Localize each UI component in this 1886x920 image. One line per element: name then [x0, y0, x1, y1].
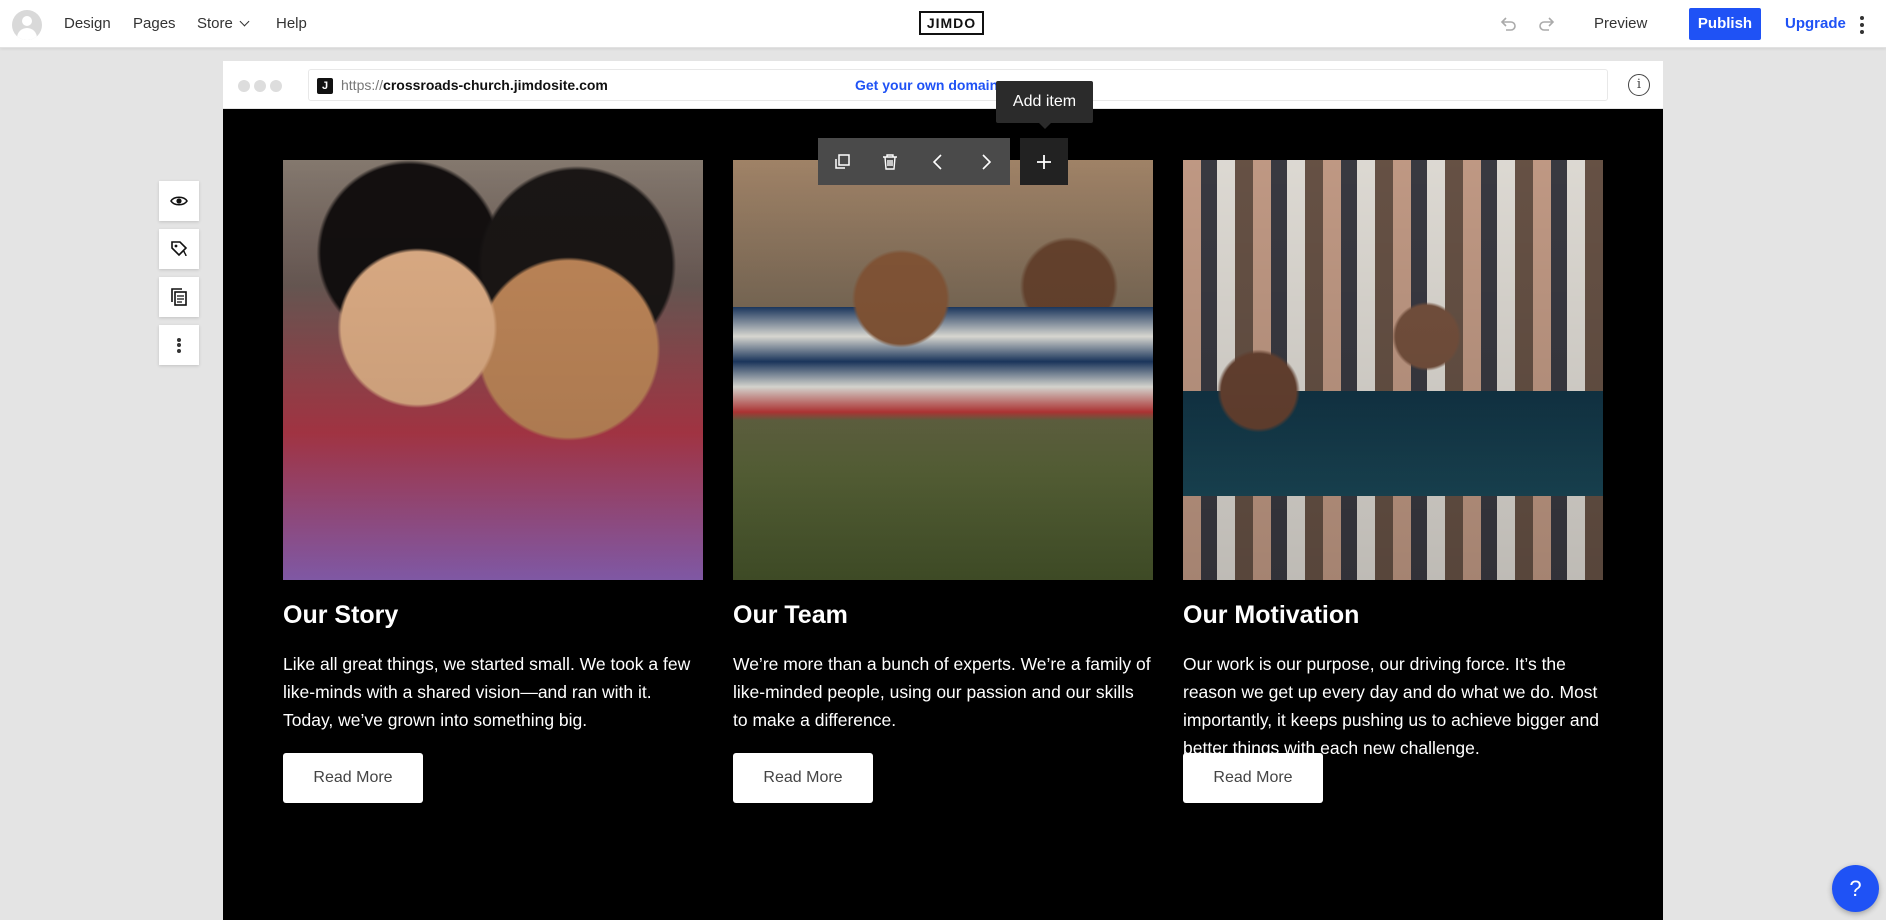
move-left-button[interactable]	[914, 138, 962, 185]
help-button[interactable]: ?	[1832, 865, 1879, 912]
nav-help[interactable]: Help	[276, 0, 307, 48]
add-item-tooltip: Add item	[996, 81, 1093, 129]
jimdo-logo[interactable]: JIMDO	[919, 11, 984, 35]
copy-section-button[interactable]	[159, 277, 199, 317]
publish-button[interactable]: Publish	[1689, 8, 1761, 40]
duplicate-icon	[835, 153, 850, 169]
plus-icon	[1037, 154, 1051, 169]
user-avatar[interactable]	[12, 10, 42, 40]
chevron-down-icon	[239, 16, 250, 27]
eye-icon	[170, 196, 188, 206]
card-image[interactable]	[733, 160, 1153, 580]
card-image[interactable]	[1183, 160, 1603, 580]
more-options-button[interactable]	[159, 325, 199, 365]
read-more-button[interactable]: Read More	[283, 753, 423, 803]
clipboard-icon	[171, 288, 187, 306]
card-text: Like all great things, we started small.…	[283, 654, 691, 730]
chevron-right-icon	[982, 153, 992, 170]
page-canvas: Our Story Like all great things, we star…	[223, 109, 1663, 920]
redo-icon[interactable]	[1537, 14, 1557, 34]
get-domain-link[interactable]: Get your own domain	[855, 70, 998, 100]
browser-frame: J https://crossroads-church.jimdosite.co…	[223, 61, 1663, 109]
style-button[interactable]	[159, 229, 199, 269]
card-text: We’re more than a bunch of experts. We’r…	[733, 654, 1151, 730]
more-icon	[177, 336, 181, 354]
nav-store-label: Store	[197, 15, 233, 32]
site-url: https://crossroads-church.jimdosite.com	[341, 70, 608, 100]
url-bar: J https://crossroads-church.jimdosite.co…	[308, 69, 1608, 101]
card-our-story: Our Story Like all great things, we star…	[283, 160, 703, 770]
info-icon[interactable]: i	[1628, 74, 1650, 96]
undo-icon[interactable]	[1498, 14, 1518, 34]
top-bar: Design Pages Store Help JIMDO Preview Pu…	[0, 0, 1886, 48]
more-menu-icon[interactable]	[1857, 14, 1867, 34]
card-text: Our work is our purpose, our driving for…	[1183, 654, 1600, 758]
delete-button[interactable]	[866, 138, 914, 185]
read-more-button[interactable]: Read More	[1183, 753, 1323, 803]
add-item-button[interactable]	[1020, 138, 1068, 185]
card-image[interactable]	[283, 160, 703, 580]
item-toolbar	[818, 138, 1068, 185]
read-more-button[interactable]: Read More	[733, 753, 873, 803]
duplicate-button[interactable]	[818, 138, 866, 185]
card-title: Our Motivation	[1183, 601, 1360, 629]
card-title: Our Story	[283, 601, 399, 629]
url-host: crossroads-church.jimdosite.com	[383, 77, 608, 93]
section-side-tools	[159, 181, 199, 373]
trash-icon	[883, 153, 897, 170]
preview-button[interactable]: Preview	[1594, 0, 1647, 48]
card-title: Our Team	[733, 601, 848, 629]
nav-pages[interactable]: Pages	[133, 0, 176, 48]
nav-design[interactable]: Design	[64, 0, 111, 48]
card-our-team: Our Team We’re more than a bunch of expe…	[733, 160, 1153, 770]
card-our-motivation: Our Motivation Our work is our purpose, …	[1183, 160, 1603, 770]
move-right-button[interactable]	[962, 138, 1010, 185]
chevron-left-icon	[932, 153, 942, 170]
window-dots	[238, 79, 286, 97]
visibility-button[interactable]	[159, 181, 199, 221]
upgrade-link[interactable]: Upgrade	[1785, 0, 1846, 48]
url-protocol: https://	[341, 77, 384, 93]
site-favicon: J	[317, 78, 333, 94]
paint-icon	[171, 241, 188, 257]
nav-store[interactable]: Store	[197, 0, 250, 48]
